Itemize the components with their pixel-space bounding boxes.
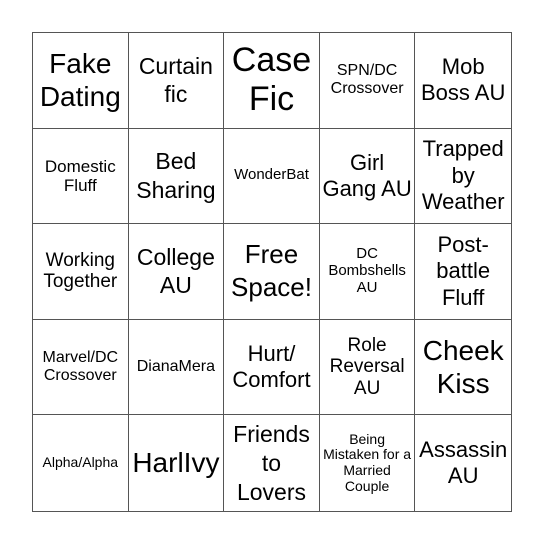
bingo-cell[interactable]: Alpha/Alpha [33, 415, 129, 511]
cell-label: Trapped by Weather [421, 136, 505, 215]
bingo-cell[interactable]: WonderBat [224, 128, 320, 225]
cell-label: WonderBat [234, 166, 309, 184]
cell-label: Marvel/DC Crossover [42, 349, 119, 385]
bingo-cell[interactable]: Mob Boss AU [415, 33, 511, 129]
bingo-cell[interactable]: Bed Sharing [128, 128, 225, 225]
bingo-cell[interactable]: DianaMera [128, 319, 225, 416]
cell-label: HarlIvy [132, 447, 220, 479]
bingo-cell[interactable]: Fake Dating [33, 33, 129, 129]
cell-label: Fake Dating [39, 47, 121, 113]
cell-label: Post-battle Fluff [436, 231, 491, 310]
bingo-cell[interactable]: Hurt/ Comfort [224, 319, 320, 416]
bingo-cell[interactable]: Curtain fic [128, 33, 225, 129]
bingo-cell[interactable]: Free Space! [224, 224, 320, 320]
bingo-cell[interactable]: Post-battle Fluff [415, 224, 511, 320]
cell-label: Alpha/Alpha [42, 454, 119, 471]
cell-label: Cheek Kiss [422, 334, 504, 400]
bingo-cell[interactable]: Case Fic [224, 33, 320, 129]
cell-label: College AU [136, 243, 215, 299]
bingo-cell[interactable]: College AU [128, 224, 225, 320]
bingo-cell[interactable]: Marvel/DC Crossover [33, 319, 129, 416]
cell-label: Being Mistaken for a Married Couple [323, 430, 412, 494]
bingo-cell[interactable]: SPN/DC Crossover [319, 33, 416, 129]
bingo-card: Fake Dating Curtain fic Case Fic SPN/DC … [32, 32, 512, 512]
bingo-cell[interactable]: Working Together [33, 224, 129, 320]
bingo-cell[interactable]: HarlIvy [129, 415, 225, 511]
cell-label: Assassin AU [419, 436, 508, 489]
cell-label: Role Reversal AU [329, 334, 405, 399]
bingo-cell[interactable]: Friends to Lovers [224, 415, 320, 511]
cell-label: Girl Gang AU [322, 149, 412, 201]
bingo-cell[interactable]: Trapped by Weather [415, 129, 511, 225]
bingo-cell[interactable]: Cheek Kiss [415, 320, 511, 416]
cell-label: Friends to Lovers [233, 421, 310, 505]
bingo-cell[interactable]: Being Mistaken for a Married Couple [320, 415, 416, 511]
bingo-cell[interactable]: Girl Gang AU [319, 128, 416, 225]
bingo-cell[interactable]: Domestic Fluff [33, 128, 129, 225]
cell-label: Domestic Fluff [44, 156, 116, 195]
bingo-cell[interactable]: Assassin AU [415, 415, 511, 511]
cell-label: Case Fic [231, 41, 312, 119]
bingo-cell[interactable]: Role Reversal AU [319, 319, 416, 416]
cell-label: DC Bombshells AU [328, 245, 406, 296]
cell-label: Bed Sharing [136, 148, 216, 203]
cell-label: Free Space! [231, 238, 312, 303]
cell-label: Mob Boss AU [421, 53, 506, 106]
cell-label: Curtain fic [138, 52, 213, 108]
cell-label: SPN/DC Crossover [330, 62, 404, 98]
bingo-cell[interactable]: DC Bombshells AU [319, 224, 416, 320]
cell-label: Hurt/ Comfort [232, 340, 311, 393]
cell-label: Working Together [43, 250, 118, 293]
cell-label: DianaMera [136, 358, 216, 376]
